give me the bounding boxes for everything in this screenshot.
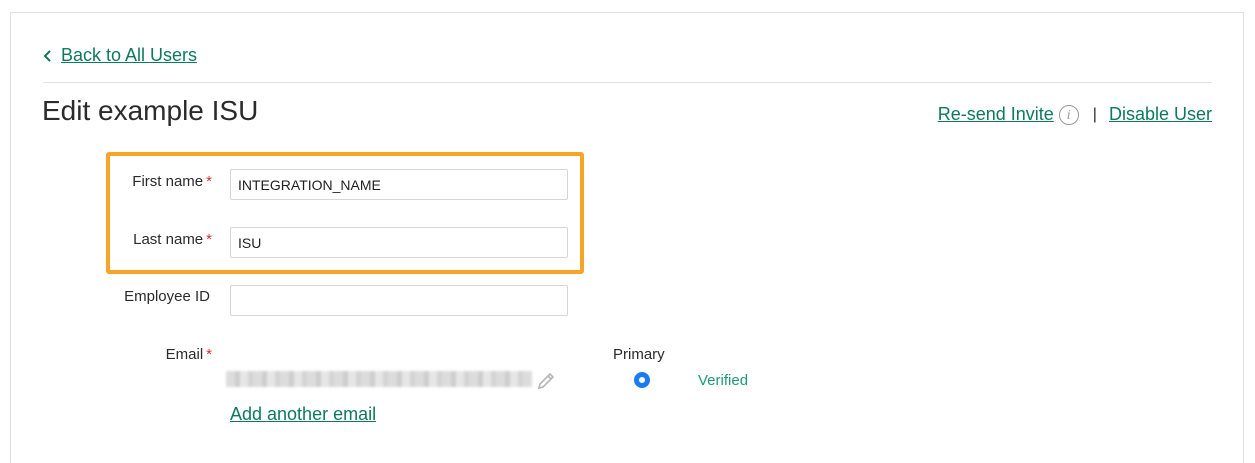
email-status: Verified [698, 372, 749, 389]
user-actions: Re-send Invite i | Disable User [938, 104, 1212, 125]
required-marker: * [206, 231, 212, 248]
email-value-redacted [226, 371, 532, 387]
disable-user-link[interactable]: Disable User [1109, 104, 1212, 125]
add-email-link[interactable]: Add another email [230, 404, 376, 425]
required-marker: * [206, 173, 212, 190]
pencil-icon[interactable] [535, 370, 557, 392]
first-name-label: First name * [132, 173, 212, 190]
required-marker: * [206, 346, 212, 363]
info-icon[interactable]: i [1058, 104, 1079, 125]
employee-id-label: Employee ID [124, 288, 210, 305]
primary-email-radio[interactable] [634, 372, 650, 388]
divider [43, 82, 1212, 83]
resend-invite-link[interactable]: Re-send Invite [938, 104, 1054, 125]
page-title: Edit example ISU [42, 95, 259, 126]
employee-id-input[interactable] [230, 285, 568, 316]
email-label: Email * [165, 346, 212, 363]
back-link-label[interactable]: Back to All Users [61, 45, 197, 66]
back-link[interactable]: Back to All Users [43, 45, 197, 66]
action-separator: | [1092, 105, 1097, 123]
first-name-input[interactable] [230, 169, 568, 200]
chevron-left-icon [43, 49, 51, 62]
last-name-input[interactable] [230, 227, 568, 258]
last-name-label: Last name * [133, 231, 212, 248]
primary-column-header: Primary [613, 346, 665, 363]
